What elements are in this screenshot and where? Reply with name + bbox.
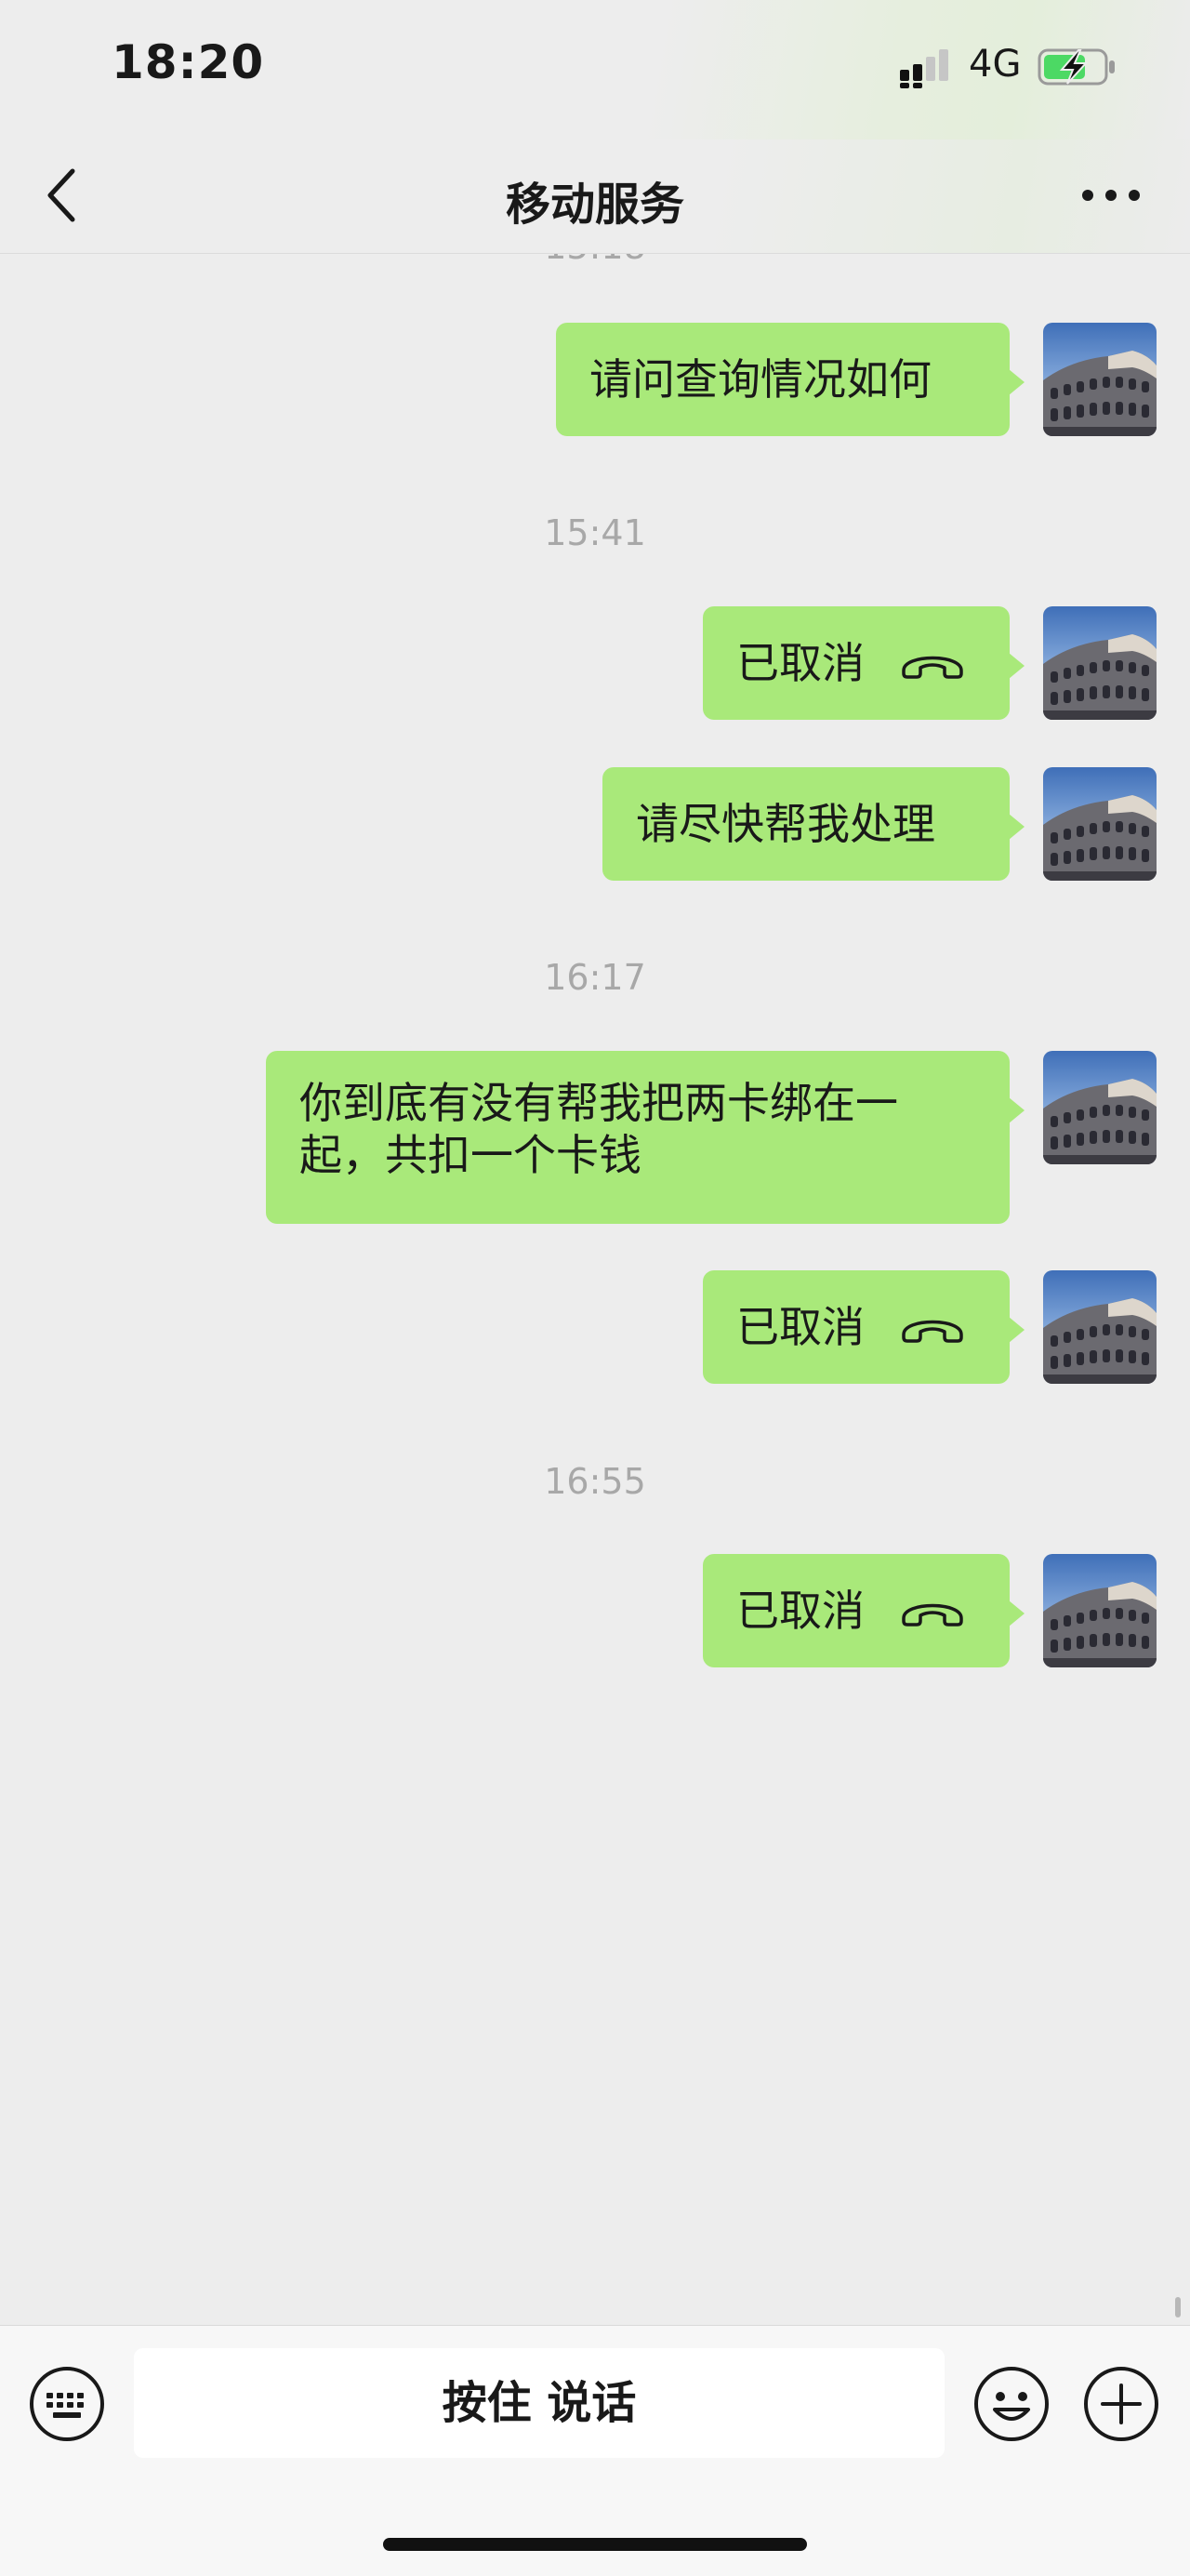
status-time: 18:20 [112, 35, 265, 89]
hold-to-talk-button[interactable]: 按住 说话 [134, 2348, 945, 2458]
signal-strength-icon [900, 49, 948, 88]
hangup-phone-icon [902, 1603, 963, 1627]
message-text-line: 你到底有没有帮我把两卡绑在一 [299, 1078, 898, 1128]
message-timestamp: 15:18 [0, 254, 1190, 267]
nav-bar: 移动服务 [0, 139, 1190, 254]
avatar[interactable] [1043, 1051, 1157, 1164]
hangup-phone-icon [902, 1320, 963, 1343]
avatar[interactable] [1043, 323, 1157, 436]
message-timestamp: 15:41 [544, 512, 646, 553]
avatar[interactable] [1043, 606, 1157, 720]
message-text: 请问查询情况如何 [589, 354, 932, 405]
message-text-line: 起，共扣一个卡钱 [299, 1130, 641, 1180]
chat-title: 移动服务 [505, 179, 684, 231]
call-cancelled-bubble[interactable]: 已取消 [703, 1554, 1025, 1667]
avatar[interactable] [1043, 1554, 1157, 1667]
scrollbar[interactable] [1175, 2297, 1181, 2317]
message-text: 请尽快帮我处理 [636, 799, 935, 849]
message-bubble[interactable]: 请尽快帮我处理 [602, 767, 1025, 881]
message-text: 已取消 [736, 1302, 865, 1352]
message-timestamp: 16:17 [544, 957, 646, 998]
plus-icon[interactable] [1082, 2365, 1160, 2443]
avatar[interactable] [1043, 1270, 1157, 1384]
call-cancelled-bubble[interactable]: 已取消 [703, 1270, 1025, 1384]
message-timestamp: 16:55 [544, 1461, 646, 1502]
more-dots-icon[interactable] [1078, 177, 1144, 214]
message-text: 已取消 [736, 638, 865, 688]
call-cancelled-bubble[interactable]: 已取消 [703, 606, 1025, 720]
avatar[interactable] [1043, 767, 1157, 881]
message-bubble[interactable]: 你到底有没有帮我把两卡绑在一 起，共扣一个卡钱 [266, 1051, 1025, 1224]
battery-charging-icon [1038, 48, 1115, 86]
input-bar: 按住 说话 [0, 2325, 1190, 2576]
home-indicator[interactable] [383, 2538, 807, 2551]
message-text: 已取消 [736, 1586, 865, 1636]
message-bubble[interactable]: 请问查询情况如何 [556, 323, 1025, 436]
hangup-phone-icon [902, 656, 963, 679]
emoji-icon[interactable] [972, 2365, 1051, 2443]
chat-messages[interactable]: 15:18 请问查询情况如何 15:41 已取消 请尽快帮我处理 16:17 你… [0, 254, 1190, 2323]
network-type: 4G [969, 43, 1022, 86]
status-bar: 18:20 4G [0, 0, 1190, 139]
keyboard-icon[interactable] [28, 2365, 106, 2443]
